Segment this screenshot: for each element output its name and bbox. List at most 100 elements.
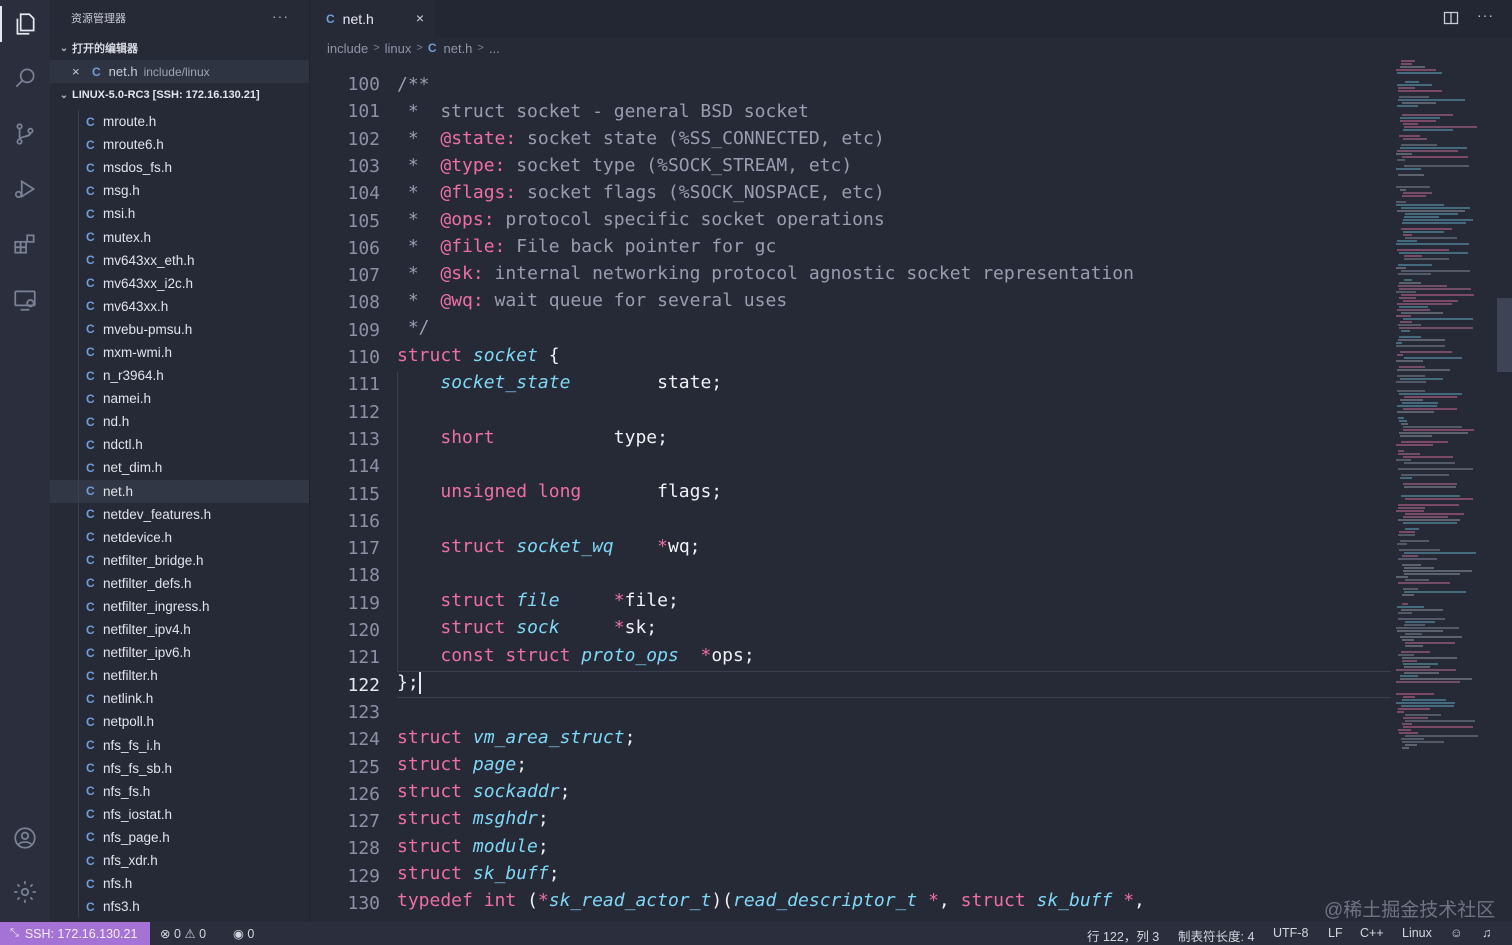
account-icon[interactable] xyxy=(0,814,50,862)
search-icon[interactable] xyxy=(0,54,50,102)
file-tree-item[interactable]: Cnfs_fs_i.h xyxy=(50,734,309,757)
file-tree-item[interactable]: Cmutex.h xyxy=(50,225,309,248)
file-tree-item[interactable]: Cnetdevice.h xyxy=(50,526,309,549)
cursor-position[interactable]: 行 122，列 3 xyxy=(1087,926,1159,945)
c-file-icon: C xyxy=(86,484,95,499)
file-tree-item[interactable]: Cnfs_fs.h xyxy=(50,780,309,803)
file-tree-item[interactable]: Cnetfilter_ipv6.h xyxy=(50,641,309,664)
minimap-line xyxy=(1403,129,1453,131)
minimap-line xyxy=(1403,570,1472,572)
file-tree-item[interactable]: Cnfs_iostat.h xyxy=(50,803,309,826)
minimap-line xyxy=(1401,651,1430,653)
minimap-line xyxy=(1397,543,1407,545)
file-tree-item[interactable]: Cnetdev_features.h xyxy=(50,503,309,526)
minimap-line xyxy=(1404,255,1422,257)
file-tree-item[interactable]: Cmsdos_fs.h xyxy=(50,156,309,179)
notifications-icon[interactable]: ♫ xyxy=(1482,926,1491,940)
minimap-line xyxy=(1404,396,1457,398)
breadcrumb-include[interactable]: include xyxy=(327,41,368,56)
minimap-line xyxy=(1398,519,1460,521)
problems-indicator[interactable]: ⊗ 0 ⚠ 0 xyxy=(160,926,206,941)
extensions-icon[interactable] xyxy=(0,220,50,268)
code-line: struct file *file; xyxy=(440,590,679,611)
file-tree-item[interactable]: Cnfs.h xyxy=(50,872,309,895)
open-editors-section[interactable]: ⌄ 打开的编辑器 xyxy=(50,36,309,60)
file-tree-item[interactable]: Cnetfilter_bridge.h xyxy=(50,549,309,572)
explorer-icon[interactable] xyxy=(0,0,50,48)
c-file-icon: C xyxy=(86,576,95,591)
file-tree-item[interactable]: Cmroute6.h xyxy=(50,133,309,156)
file-tree-item[interactable]: Cnfs_fs_sb.h xyxy=(50,757,309,780)
code-editor[interactable]: 100 101 102 103 104 105 106 107 108 109 110 111 112 1… xyxy=(310,59,1512,922)
more-actions-icon[interactable]: ··· xyxy=(272,8,289,24)
file-tree-item[interactable]: Cnfs_xdr.h xyxy=(50,849,309,872)
workspace-root-section[interactable]: ⌄ LINUX-5.0-RC3 [SSH: 172.16.130.21] xyxy=(50,83,309,107)
file-name: msg.h xyxy=(103,183,140,199)
file-tree-item[interactable]: Cnet_dim.h xyxy=(50,456,309,479)
minimap-line xyxy=(1398,654,1414,656)
minimap-line xyxy=(1403,516,1448,518)
source-control-icon[interactable] xyxy=(0,110,50,158)
file-tree-item[interactable]: Cnetfilter_ipv4.h xyxy=(50,618,309,641)
file-tree-item[interactable]: Cnamei.h xyxy=(50,387,309,410)
file-tree-item[interactable]: Cnetfilter.h xyxy=(50,664,309,687)
close-icon[interactable]: × xyxy=(72,64,86,79)
minimap-line xyxy=(1403,192,1432,194)
file-tree-item[interactable]: Cmv643xx_i2c.h xyxy=(50,272,309,295)
breadcrumb-symbol[interactable]: ... xyxy=(489,41,500,56)
file-tree-item[interactable]: Cmsg.h xyxy=(50,179,309,202)
close-icon[interactable]: × xyxy=(416,10,424,26)
feedback-icon[interactable]: ☺ xyxy=(1450,926,1463,940)
c-file-icon: C xyxy=(86,460,95,475)
file-tree-item[interactable]: Cnd.h xyxy=(50,410,309,433)
file-tree-item[interactable]: Cmvebu-pmsu.h xyxy=(50,318,309,341)
file-tree-item[interactable]: Cnfs_page.h xyxy=(50,826,309,849)
line-number: 125 xyxy=(347,756,380,778)
file-tree-item[interactable]: Cmroute.h xyxy=(50,110,309,133)
file-tree-item[interactable]: Cmxm-wmi.h xyxy=(50,341,309,364)
remote-indicator[interactable]: ⤡ SSH: 172.16.130.21 xyxy=(0,922,150,945)
file-tree-item[interactable]: Cnet.h xyxy=(50,479,309,503)
minimap-line xyxy=(1405,720,1475,722)
remote-explorer-icon[interactable] xyxy=(0,276,50,324)
split-editor-icon[interactable] xyxy=(1443,10,1459,29)
file-tree-item[interactable]: Cnetpoll.h xyxy=(50,710,309,733)
file-tree-item[interactable]: Cmv643xx_eth.h xyxy=(50,249,309,272)
open-editor-item[interactable]: × C net.h include/linux xyxy=(50,60,309,83)
tab-net-h[interactable]: C net.h × xyxy=(310,0,434,37)
file-name: msdos_fs.h xyxy=(103,160,173,176)
minimap-line xyxy=(1396,315,1411,317)
file-tree-item[interactable]: Cndctl.h xyxy=(50,433,309,456)
minimap-line xyxy=(1399,96,1429,98)
minimap-line xyxy=(1398,417,1404,419)
line-number: 105 xyxy=(347,210,380,232)
more-actions-icon[interactable]: ··· xyxy=(1477,7,1494,23)
language-mode[interactable]: C++ xyxy=(1360,926,1384,940)
file-tree-item[interactable]: Cmsi.h xyxy=(50,202,309,225)
tab-size[interactable]: 制表符长度: 4 xyxy=(1178,926,1254,945)
minimap-line xyxy=(1399,531,1415,533)
file-tree-item[interactable]: Cnfs3.h xyxy=(50,895,309,918)
breadcrumb-linux[interactable]: linux xyxy=(385,41,412,56)
file-tree-item[interactable]: Cnetlink.h xyxy=(50,687,309,710)
file-tree-item[interactable]: Cn_r3964.h xyxy=(50,364,309,387)
minimap[interactable] xyxy=(1392,60,1500,760)
file-tree-item[interactable]: Cnetfilter_ingress.h xyxy=(50,595,309,618)
ports-indicator[interactable]: ◉ 0 xyxy=(233,926,254,941)
minimap-line xyxy=(1398,87,1415,89)
file-tree-item[interactable]: Cnetfilter_defs.h xyxy=(50,572,309,595)
config-name[interactable]: Linux xyxy=(1402,926,1432,940)
encoding[interactable]: UTF-8 xyxy=(1273,926,1308,940)
minimap-line xyxy=(1397,159,1405,161)
settings-gear-icon[interactable] xyxy=(0,868,50,916)
editor-scrollbar[interactable] xyxy=(1497,298,1512,372)
minimap-line xyxy=(1403,138,1427,140)
minimap-line xyxy=(1396,186,1430,188)
breadcrumb-file[interactable]: net.h xyxy=(444,41,473,56)
run-debug-icon[interactable] xyxy=(0,165,50,213)
line-number: 117 xyxy=(347,538,380,560)
minimap-line xyxy=(1402,699,1446,701)
minimap-line xyxy=(1405,237,1457,239)
end-of-line[interactable]: LF xyxy=(1328,926,1343,940)
file-tree-item[interactable]: Cmv643xx.h xyxy=(50,295,309,318)
